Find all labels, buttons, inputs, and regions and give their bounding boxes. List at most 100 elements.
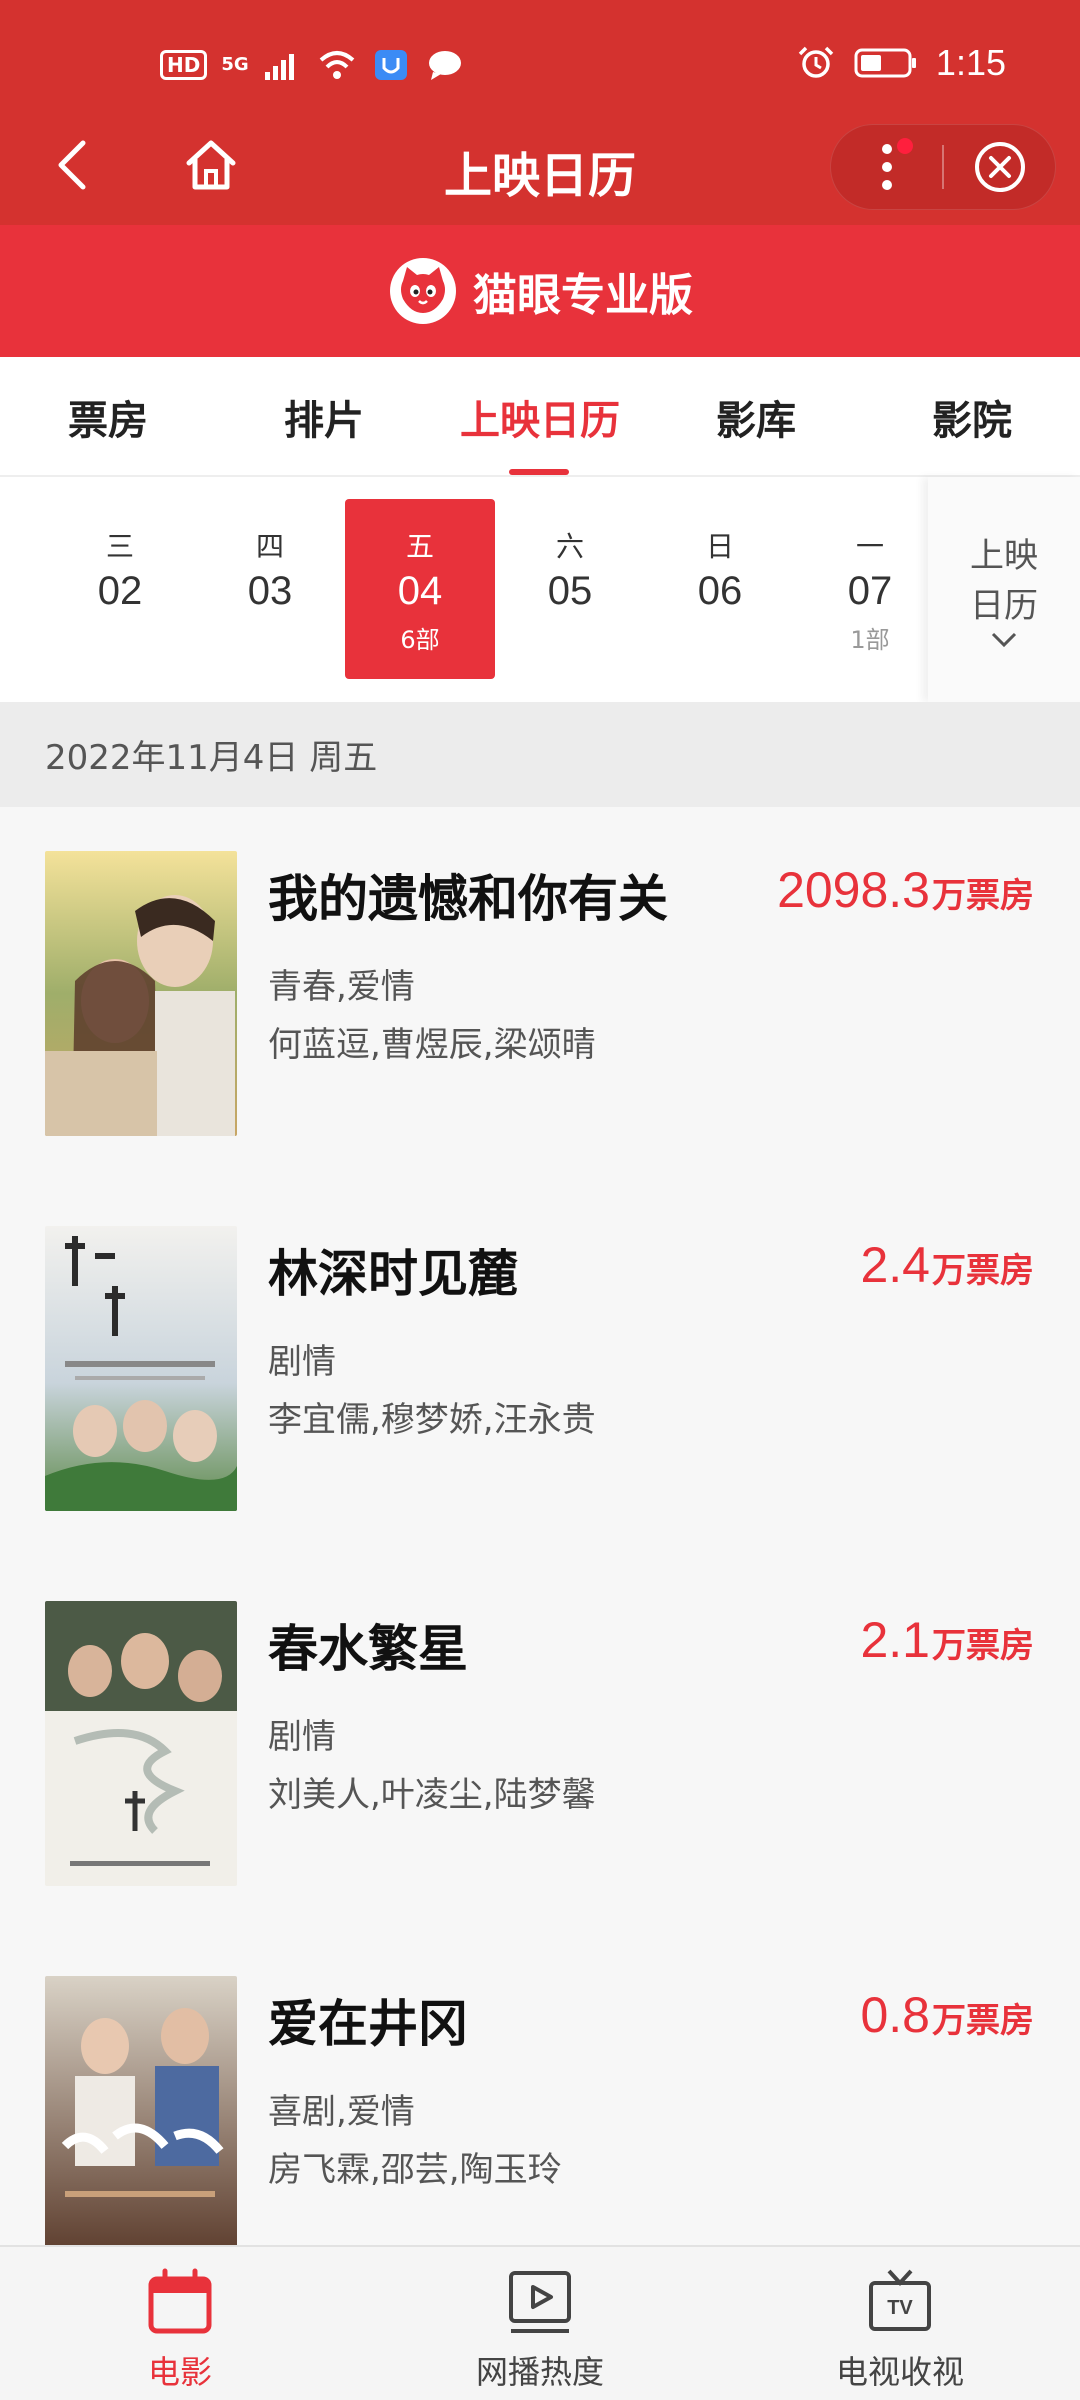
- calendar-button-line2: 日历: [970, 585, 1038, 626]
- calendar-icon: [148, 2268, 212, 2334]
- movie-title: 林深时见麓: [268, 1245, 518, 1303]
- wifi-icon: [319, 51, 354, 79]
- day-weekday: 四: [255, 530, 284, 563]
- box-office-value: 2.4: [860, 1237, 930, 1293]
- close-button[interactable]: [944, 124, 1055, 210]
- box-office-value: 2.1: [860, 1612, 930, 1668]
- day-count: [195, 620, 345, 650]
- box-office: 2.1 万票房: [860, 1611, 1034, 1669]
- signal-icon: [264, 54, 294, 80]
- movie-poster: [45, 1226, 237, 1511]
- hd-badge: HD: [160, 50, 208, 80]
- bottom-tab-movies[interactable]: 电影: [0, 2247, 360, 2400]
- day-date: 04: [397, 569, 443, 613]
- chevron-down-icon: [991, 632, 1017, 647]
- tab-cinemas[interactable]: 影院: [864, 357, 1080, 477]
- bottom-tab-label: 电影: [147, 2353, 212, 2391]
- cat-logo-icon: [390, 258, 456, 324]
- box-office: 2098.3 万票房: [777, 861, 1034, 919]
- day-date: 05: [547, 569, 593, 613]
- date-strip: 三 02 四 03 五 04 6部 六 05 日 06 一 07 1部 上映 日…: [0, 477, 1080, 702]
- movie-item[interactable]: 春水繁星 剧情 刘美人,叶凌尘,陆梦馨 2.1 万票房: [0, 1557, 1080, 1932]
- box-office-unit: 万票房: [932, 1251, 1034, 1291]
- brand-name: 猫眼专业版: [473, 270, 693, 321]
- movie-genre: 剧情: [268, 1717, 336, 1757]
- movie-title: 春水繁星: [268, 1620, 468, 1678]
- close-circle-icon: [974, 142, 1025, 192]
- calendar-button-line1: 上映: [970, 535, 1038, 576]
- day-item[interactable]: 一 07 1部: [795, 499, 945, 679]
- status-right-icons: 1:15: [796, 42, 1006, 84]
- box-office-value: 2098.3: [777, 862, 930, 918]
- status-left-icons: HD 5G: [160, 48, 465, 82]
- day-date: 06: [697, 569, 743, 613]
- day-weekday: 三: [105, 530, 134, 563]
- selected-date-header: 2022年11月4日 周五: [0, 702, 1080, 807]
- release-calendar-button[interactable]: 上映 日历: [928, 477, 1080, 702]
- movie-poster: [45, 1976, 237, 2247]
- tab-release-calendar[interactable]: 上映日历: [432, 357, 648, 477]
- bottom-tab-label: 网播热度: [475, 2353, 604, 2391]
- box-office-unit: 万票房: [932, 1626, 1034, 1666]
- movie-genre: 喜剧,爱情: [268, 2092, 415, 2132]
- more-options-button[interactable]: [831, 124, 942, 210]
- movie-item[interactable]: 我的遗憾和你有关 青春,爱情 何蓝逗,曹煜辰,梁颂晴 2098.3 万票房: [0, 807, 1080, 1182]
- day-date: 02: [97, 569, 143, 613]
- message-icon: [428, 51, 461, 80]
- tab-schedule[interactable]: 排片: [216, 357, 432, 477]
- box-office: 2.4 万票房: [860, 1236, 1034, 1294]
- day-count: 6部: [400, 626, 440, 654]
- bottom-tab-tv-ratings[interactable]: TV 电视收视: [720, 2247, 1080, 2400]
- movie-title: 我的遗憾和你有关: [268, 870, 668, 928]
- day-item[interactable]: 三 02: [45, 499, 195, 679]
- movie-cast: 李宜儒,穆梦娇,汪永贵: [268, 1400, 596, 1440]
- svg-text:TV: TV: [887, 2297, 913, 2319]
- brand-bar: 猫眼专业版: [0, 225, 1080, 357]
- day-item[interactable]: 六 05: [495, 499, 645, 679]
- day-item[interactable]: 四 03: [195, 499, 345, 679]
- box-office-unit: 万票房: [932, 2001, 1034, 2041]
- movie-cast: 房飞霖,邵芸,陶玉玲: [268, 2150, 562, 2190]
- day-item[interactable]: 日 06: [645, 499, 795, 679]
- movie-item[interactable]: 爱在井冈 喜剧,爱情 房飞霖,邵芸,陶玉玲 0.8 万票房: [0, 1932, 1080, 2247]
- day-weekday: 日: [705, 530, 734, 563]
- day-weekday: 六: [555, 530, 584, 563]
- tv-icon: TV: [869, 2269, 931, 2331]
- day-count: 1部: [850, 626, 890, 654]
- day-date: 03: [247, 569, 293, 613]
- bottom-nav: 电影 网播热度 TV 电视收视: [0, 2245, 1080, 2400]
- bottom-tab-web-heat[interactable]: 网播热度: [360, 2247, 720, 2400]
- movie-cast: 刘美人,叶凌尘,陆梦馨: [268, 1775, 596, 1815]
- bottom-tab-label: 电视收视: [835, 2353, 964, 2391]
- day-count: [495, 620, 645, 650]
- movie-poster: [45, 851, 237, 1136]
- day-date: 07: [847, 569, 893, 613]
- movie-cast: 何蓝逗,曹煜辰,梁颂晴: [268, 1025, 596, 1065]
- top-tabs: 票房 排片 上映日历 影库 影院: [0, 357, 1080, 477]
- mini-program-capsule: [830, 124, 1056, 210]
- play-video-icon: [509, 2271, 571, 2333]
- day-count: [645, 620, 795, 650]
- box-office: 0.8 万票房: [860, 1986, 1034, 2044]
- movie-item[interactable]: 林深时见麓 剧情 李宜儒,穆梦娇,汪永贵 2.4 万票房: [0, 1182, 1080, 1557]
- movie-genre: 剧情: [268, 1342, 336, 1382]
- notification-dot: [897, 138, 913, 154]
- alarm-icon: [798, 46, 834, 78]
- day-weekday: 一: [855, 530, 884, 563]
- battery-icon: [854, 48, 916, 78]
- active-tab-indicator: [509, 469, 569, 475]
- movie-list: 我的遗憾和你有关 青春,爱情 何蓝逗,曹煜辰,梁颂晴 2098.3 万票房 林深…: [0, 807, 1080, 2247]
- nav-bar: 上映日历: [0, 100, 1080, 225]
- day-count: [45, 620, 195, 650]
- movie-poster: [45, 1601, 237, 1886]
- day-item-selected[interactable]: 五 04 6部: [345, 499, 495, 679]
- box-office-unit: 万票房: [932, 876, 1034, 916]
- box-office-value: 0.8: [860, 1987, 930, 2043]
- movie-genre: 青春,爱情: [268, 967, 415, 1007]
- app-notification-icon: [374, 50, 407, 80]
- more-dots-icon: [881, 144, 892, 190]
- status-time: 1:15: [935, 42, 1006, 83]
- day-weekday: 五: [405, 530, 434, 563]
- tab-box-office[interactable]: 票房: [0, 357, 216, 477]
- tab-film-library[interactable]: 影库: [648, 357, 864, 477]
